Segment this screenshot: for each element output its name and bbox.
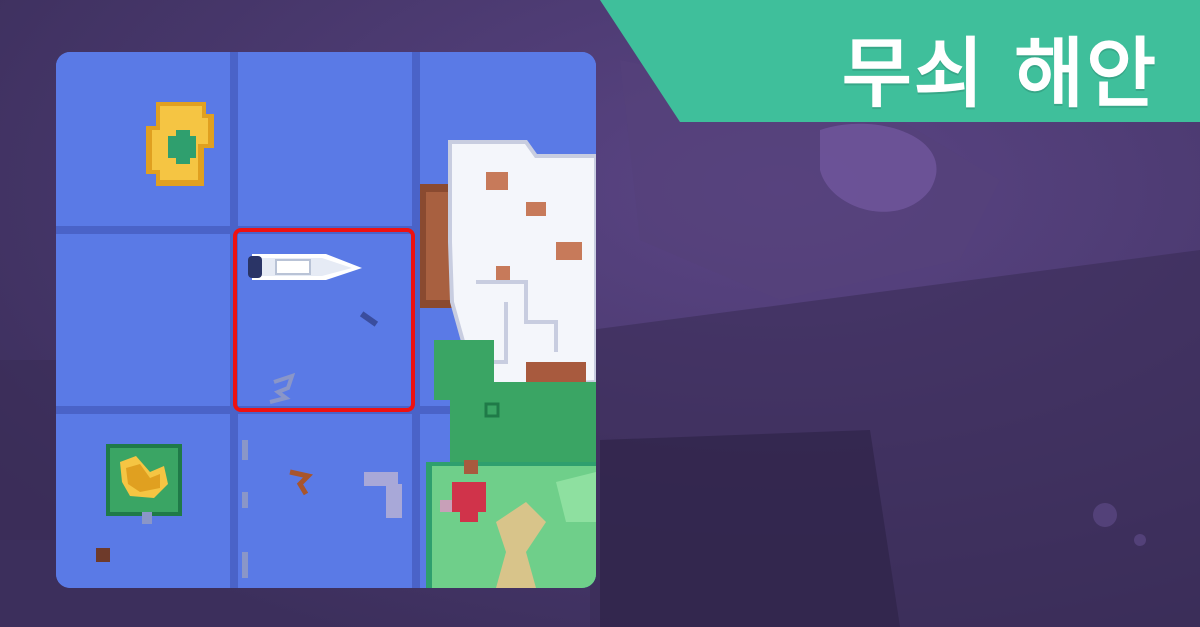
- map-cell[interactable]: [56, 414, 230, 588]
- map-cell[interactable]: [420, 234, 596, 406]
- map-cell[interactable]: [56, 52, 230, 226]
- map-cell[interactable]: [420, 52, 596, 226]
- page-title: 무쇠 해안: [841, 29, 1158, 118]
- map-cell[interactable]: [56, 234, 230, 406]
- map-cell[interactable]: [238, 414, 412, 588]
- map-cell[interactable]: [420, 414, 596, 588]
- map-cell[interactable]: [238, 52, 412, 226]
- selected-cell-highlight[interactable]: [233, 228, 415, 412]
